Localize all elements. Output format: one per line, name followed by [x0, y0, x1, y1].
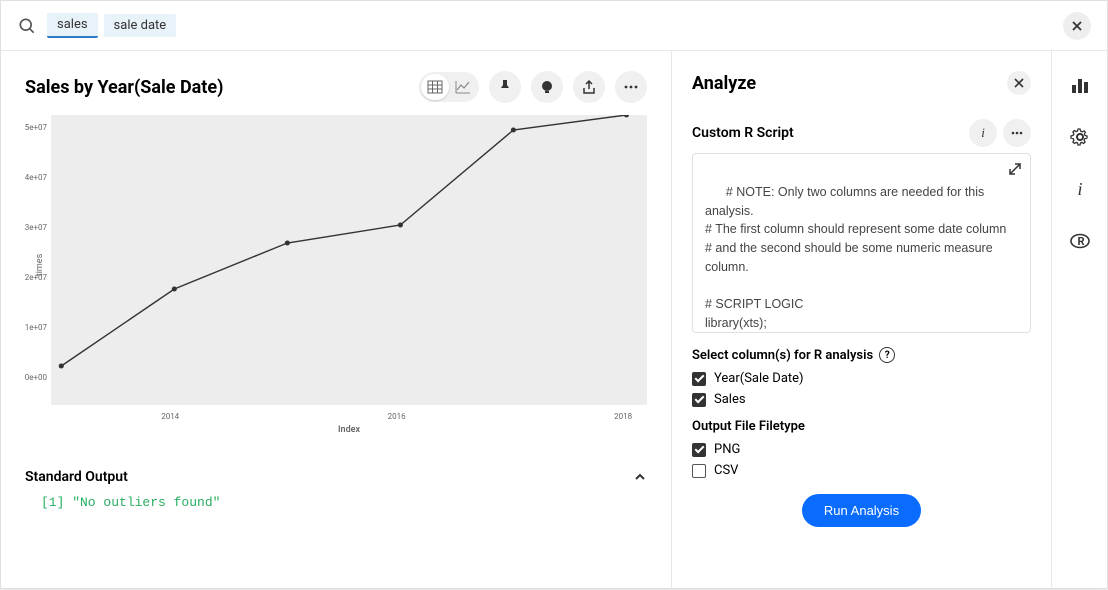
gear-icon: [1070, 127, 1090, 147]
checkbox-label: CSV: [714, 463, 738, 478]
code-editor[interactable]: # NOTE: Only two columns are needed for …: [692, 153, 1031, 333]
rail-r-button[interactable]: R: [1064, 225, 1096, 257]
more-button[interactable]: [615, 71, 647, 103]
y-tick: 4e+07: [21, 173, 47, 182]
expand-icon[interactable]: [1008, 162, 1022, 176]
output-toggle[interactable]: Standard Output: [25, 469, 647, 485]
chart-title: Sales by Year(Sale Date): [25, 77, 419, 98]
y-tick: 3e+07: [21, 223, 47, 232]
chart-area: times 5e+07 4e+07 3e+07 2e+07 1e+07 0e+0…: [51, 115, 647, 405]
search-chip-sales[interactable]: sales: [47, 13, 98, 38]
info-icon: i: [1070, 179, 1090, 199]
y-tick: 0e+00: [21, 373, 47, 382]
rail-info-button[interactable]: i: [1064, 173, 1096, 205]
table-icon: [427, 79, 443, 95]
rail-chart-button[interactable]: [1064, 69, 1096, 101]
script-more-button[interactable]: [1003, 119, 1031, 147]
lightbulb-icon: [539, 79, 555, 95]
chart-toolbar: [419, 71, 647, 103]
insight-button[interactable]: [531, 71, 563, 103]
x-axis-label: Index: [51, 425, 647, 435]
more-icon: [623, 79, 639, 95]
filetype-checkbox-csv[interactable]: CSV: [692, 463, 1031, 478]
search-bar: sales sale date: [1, 1, 1107, 51]
close-icon: [1014, 78, 1024, 88]
columns-label: Select column(s) for R analysis ?: [692, 347, 1031, 363]
checkbox-icon: [692, 372, 706, 386]
rail-settings-button[interactable]: [1064, 121, 1096, 153]
chart-view-button[interactable]: [449, 74, 477, 100]
search-icon: [17, 16, 37, 36]
info-button[interactable]: i: [969, 119, 997, 147]
search-chip-sale-date[interactable]: sale date: [104, 14, 177, 37]
checkbox-label: Year(Sale Date): [714, 371, 804, 386]
r-icon: R: [1070, 231, 1090, 251]
checkbox-icon: [692, 443, 706, 457]
pin-button[interactable]: [489, 71, 521, 103]
analyze-title: Analyze: [692, 73, 1007, 94]
x-tick: 2014: [161, 412, 179, 421]
chart-panel: Sales by Year(Sale Date): [1, 51, 671, 590]
pin-icon: [497, 79, 513, 95]
bar-chart-icon: [1070, 75, 1090, 95]
info-icon: i: [976, 126, 990, 140]
column-checkbox-year[interactable]: Year(Sale Date): [692, 371, 1031, 386]
line-chart-icon: [455, 79, 471, 95]
output-text: [1] "No outliers found": [25, 495, 647, 510]
svg-text:R: R: [1077, 235, 1084, 248]
side-rail: i R: [1051, 51, 1107, 590]
filetype-checkbox-png[interactable]: PNG: [692, 442, 1031, 457]
share-icon: [581, 79, 597, 95]
svg-text:i: i: [981, 126, 985, 140]
filetype-label: Output File Filetype: [692, 419, 1031, 434]
column-checkbox-sales[interactable]: Sales: [692, 392, 1031, 407]
analyze-panel: Analyze Custom R Script i # NOTE: Only t…: [671, 51, 1051, 590]
checkbox-icon: [692, 393, 706, 407]
close-icon: [1071, 20, 1083, 32]
y-tick: 1e+07: [21, 323, 47, 332]
x-tick: 2016: [388, 412, 406, 421]
output-title: Standard Output: [25, 469, 633, 485]
more-icon: [1010, 126, 1024, 140]
x-tick: 2018: [614, 412, 632, 421]
chevron-up-icon: [633, 470, 647, 484]
script-section-label: Custom R Script: [692, 125, 963, 141]
close-panel-button[interactable]: [1007, 71, 1031, 95]
y-tick: 2e+07: [21, 273, 47, 282]
help-icon[interactable]: ?: [879, 347, 895, 363]
view-toggle: [419, 72, 479, 102]
svg-text:i: i: [1077, 179, 1082, 199]
chart-line: [51, 115, 647, 405]
clear-search-button[interactable]: [1063, 12, 1091, 40]
checkbox-label: Sales: [714, 392, 746, 407]
code-content: # NOTE: Only two columns are needed for …: [705, 185, 1006, 333]
y-tick: 5e+07: [21, 123, 47, 132]
table-view-button[interactable]: [421, 74, 449, 100]
run-analysis-button[interactable]: Run Analysis: [802, 494, 921, 527]
checkbox-icon: [692, 464, 706, 478]
checkbox-label: PNG: [714, 442, 740, 457]
share-button[interactable]: [573, 71, 605, 103]
